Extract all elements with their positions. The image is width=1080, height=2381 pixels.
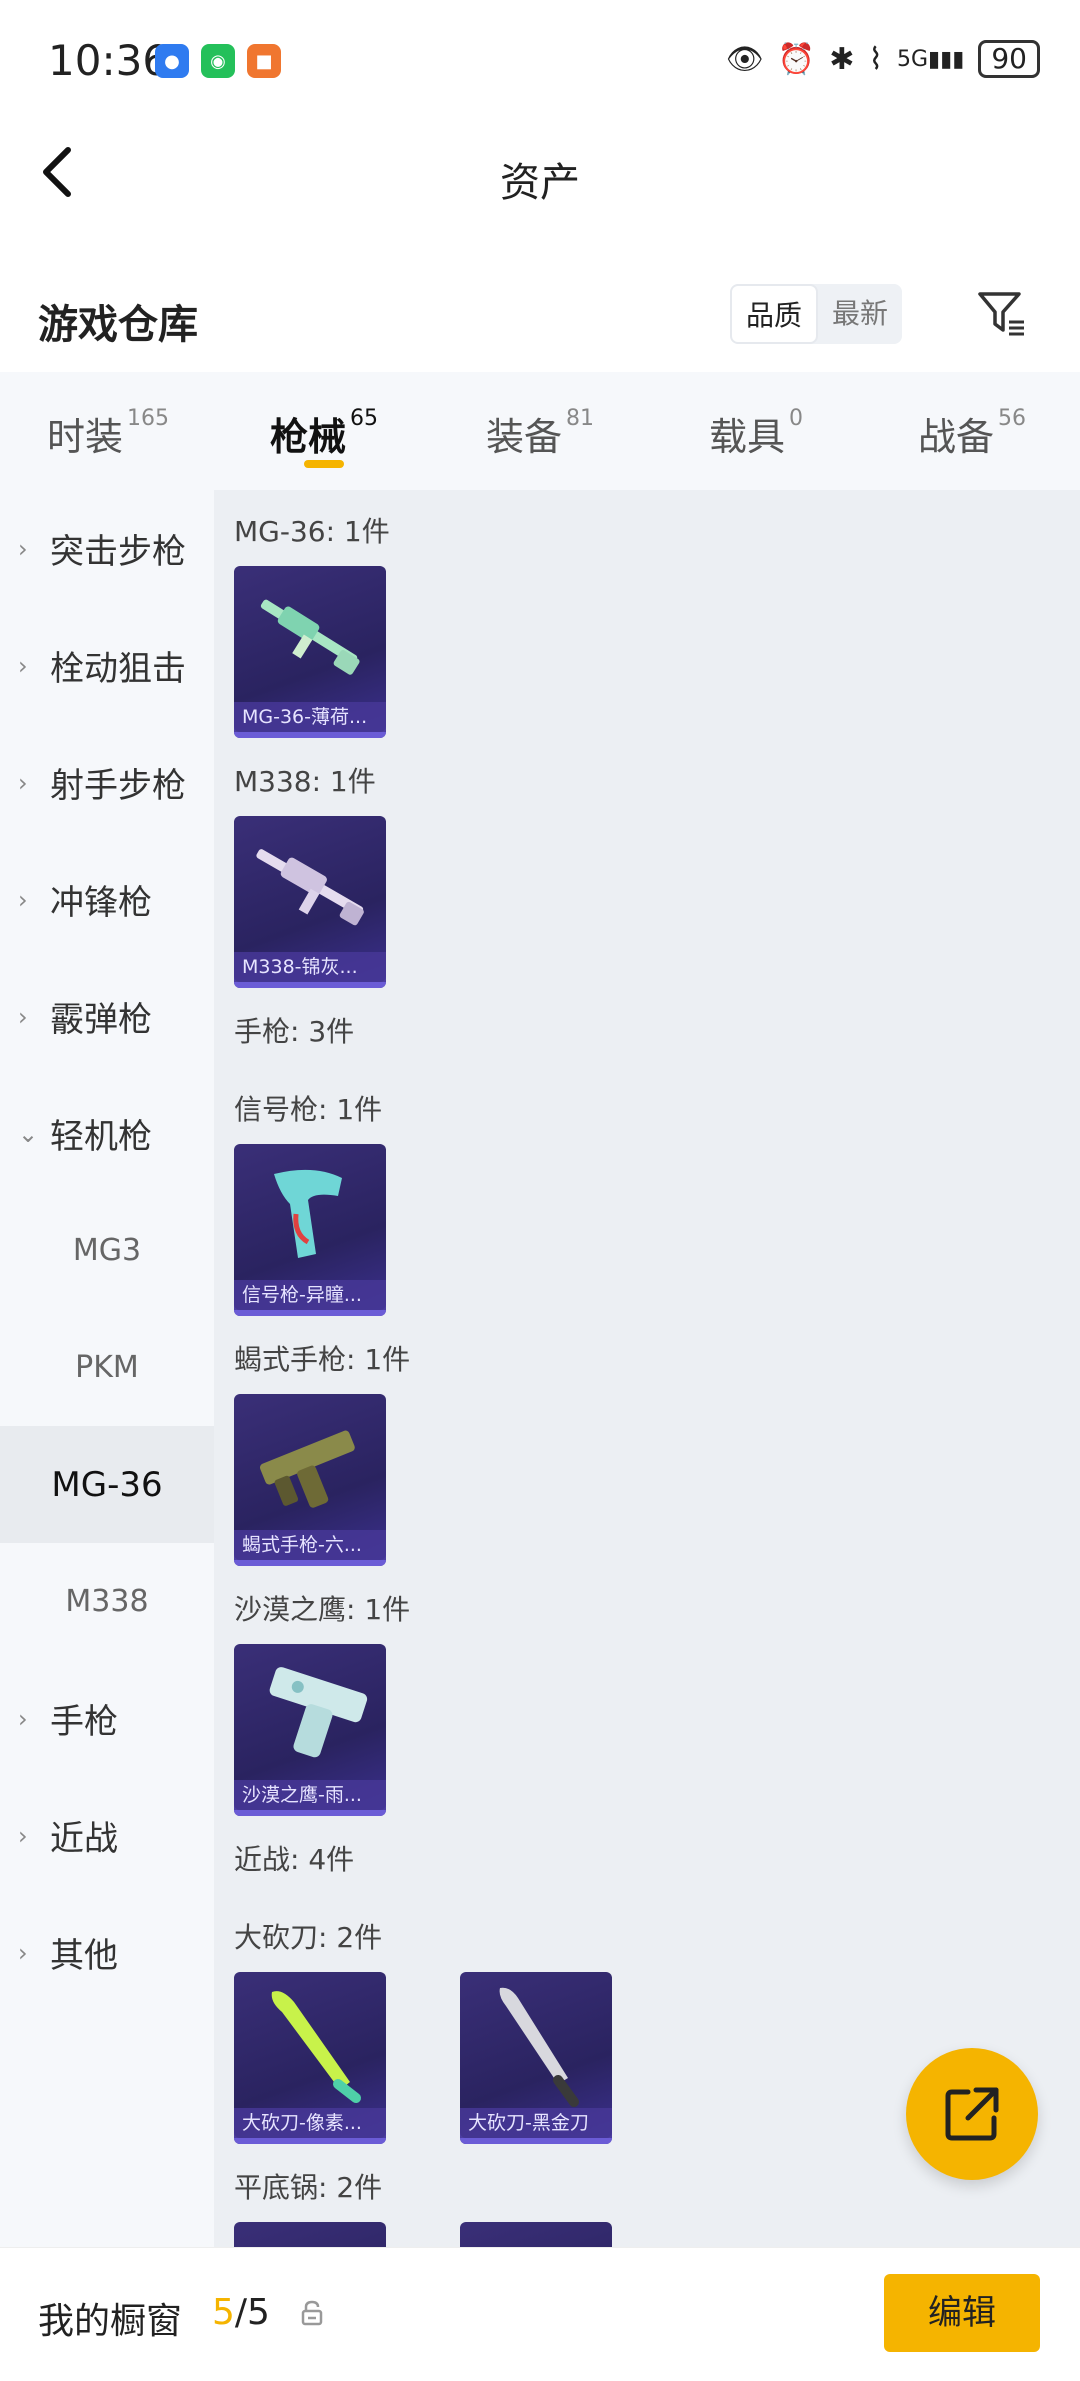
item-card[interactable]	[460, 2222, 612, 2247]
group-label: 手枪: 3件	[234, 1015, 355, 1048]
sidebar-item-shotgun[interactable]: › 霰弹枪	[0, 958, 214, 1075]
chevron-down-icon: ⌄	[18, 1119, 39, 1148]
category-tabs: 时装 165 枪械 65 装备 81 载具 0 战备 56	[0, 372, 1080, 490]
tab-equipment[interactable]: 装备 81	[432, 372, 648, 490]
status-bar: 10:36 ● ◉ ■ 👁 ⏰ ✱ ⌇ 5G▮▮▮ 90	[0, 0, 1080, 120]
item-card[interactable]: 沙漠之鹰-雨...	[234, 1644, 386, 1816]
pistol-icon	[259, 1430, 355, 1508]
tab-supplies[interactable]: 战备 56	[864, 372, 1080, 490]
status-app-icons: ● ◉ ■	[155, 44, 281, 78]
chevron-right-icon: ›	[18, 534, 28, 563]
tab-fashion[interactable]: 时装 165	[0, 372, 216, 490]
item-card[interactable]: 大砍刀-像素...	[234, 1972, 386, 2144]
section-header: 游戏仓库 品质 最新	[0, 260, 1080, 370]
item-caption: 大砍刀-黑金刀	[460, 2108, 612, 2138]
sidebar-item-bolt-sniper[interactable]: › 栓动狙击	[0, 607, 214, 724]
tab-firearms[interactable]: 枪械 65	[216, 372, 432, 490]
filter-button[interactable]	[972, 284, 1032, 344]
group-label: 蝎式手枪: 1件	[234, 1343, 411, 1376]
group-label: 信号枪: 1件	[234, 1093, 383, 1126]
sidebar-item-lmg[interactable]: ⌄ 轻机枪	[0, 1075, 214, 1192]
chevron-right-icon: ›	[18, 1821, 28, 1850]
rifle-icon	[260, 599, 360, 675]
group-label: MG-36: 1件	[234, 515, 390, 548]
item-card[interactable]	[234, 2222, 386, 2247]
lock-icon	[301, 2300, 323, 2326]
status-time: 10:36	[48, 36, 170, 85]
item-card[interactable]: MG-36-薄荷...	[234, 566, 386, 738]
item-caption: MG-36-薄荷...	[234, 702, 386, 732]
weapon-sidebar: › 突击步枪 › 栓动狙击 › 射手步枪 › 冲锋枪 › 霰弹枪 ⌄ 轻机枪 MG3 PKM…	[0, 490, 214, 2247]
sort-newest-option[interactable]: 最新	[818, 284, 902, 344]
sort-toggle: 品质 最新	[730, 284, 903, 344]
chevron-right-icon: ›	[18, 651, 28, 680]
warehouse-title: 游戏仓库	[38, 302, 198, 348]
item-caption: 信号枪-异瞳...	[234, 1280, 386, 1310]
item-card[interactable]: 蝎式手枪-六...	[234, 1394, 386, 1566]
sidebar-subitem-mg3[interactable]: MG3	[0, 1192, 214, 1309]
sidebar-item-marksman-rifle[interactable]: › 射手步枪	[0, 724, 214, 841]
item-caption: 大砍刀-像素...	[234, 2108, 386, 2138]
bottom-bar: 我的橱窗 5/5 编辑	[0, 2247, 1080, 2381]
chevron-right-icon: ›	[18, 885, 28, 914]
sort-quality-option[interactable]: 品质	[730, 284, 819, 344]
item-card[interactable]: M338-锦灰...	[234, 816, 386, 988]
item-list: MG-36: 1件 MG-36-薄荷... M338: 1件 M338-锦灰..…	[214, 490, 1080, 2247]
sidebar-subitem-m338[interactable]: M338	[0, 1543, 214, 1660]
machete-icon	[499, 1987, 579, 2107]
wechat-icon: ◉	[201, 44, 235, 78]
eye-icon: 👁	[725, 41, 764, 77]
alarm-icon: ⏰	[777, 41, 816, 77]
wifi-icon: ⌇	[868, 41, 883, 77]
app-notification-icon: ●	[155, 44, 189, 78]
page-title: 资产	[500, 160, 580, 206]
sidebar-item-pistol[interactable]: › 手枪	[0, 1660, 214, 1777]
sidebar-item-melee[interactable]: › 近战	[0, 1777, 214, 1894]
pistol-icon	[269, 1667, 368, 1758]
edit-button[interactable]: 编辑	[884, 2274, 1040, 2352]
group-label: 近战: 4件	[234, 1843, 355, 1876]
rifle-icon	[256, 849, 364, 926]
sidebar-subitem-pkm[interactable]: PKM	[0, 1309, 214, 1426]
group-label: 沙漠之鹰: 1件	[234, 1593, 411, 1626]
active-tab-indicator	[304, 460, 344, 468]
status-indicators: 👁 ⏰ ✱ ⌇ 5G▮▮▮ 90	[726, 40, 1040, 78]
machete-icon	[271, 1991, 361, 2103]
chevron-right-icon: ›	[18, 1938, 28, 1967]
my-showcase-label: 我的橱窗	[38, 2301, 183, 2342]
filter-icon	[978, 292, 1024, 336]
item-card[interactable]: 大砍刀-黑金刀	[460, 1972, 612, 2144]
battery-icon: 90	[978, 40, 1040, 78]
sidebar-item-other[interactable]: › 其他	[0, 1894, 214, 2011]
bluetooth-icon: ✱	[829, 41, 855, 77]
tab-vehicles[interactable]: 载具 0	[648, 372, 864, 490]
item-caption: 沙漠之鹰-雨...	[234, 1780, 386, 1810]
share-external-icon	[945, 2087, 999, 2141]
group-label: M338: 1件	[234, 765, 376, 798]
chevron-right-icon: ›	[18, 1704, 28, 1733]
chevron-right-icon: ›	[18, 768, 28, 797]
showcase-count: 5/5	[212, 2292, 270, 2333]
item-card[interactable]: 信号枪-异瞳...	[234, 1144, 386, 1316]
group-label: 平底锅: 2件	[234, 2171, 383, 2204]
sidebar-item-smg[interactable]: › 冲锋枪	[0, 841, 214, 958]
item-caption: M338-锦灰...	[234, 952, 386, 982]
share-button[interactable]	[906, 2048, 1038, 2180]
app-orange-icon: ■	[247, 44, 281, 78]
group-label: 大砍刀: 2件	[234, 1921, 383, 1954]
sidebar-item-assault-rifle[interactable]: › 突击步枪	[0, 490, 214, 607]
flare-gun-icon	[274, 1169, 342, 1258]
chevron-right-icon: ›	[18, 1002, 28, 1031]
signal-icon: 5G▮▮▮	[896, 46, 965, 72]
app-header: 资产	[0, 120, 1080, 230]
item-caption: 蝎式手枪-六...	[234, 1530, 386, 1560]
sidebar-subitem-mg36[interactable]: MG-36	[0, 1426, 214, 1543]
